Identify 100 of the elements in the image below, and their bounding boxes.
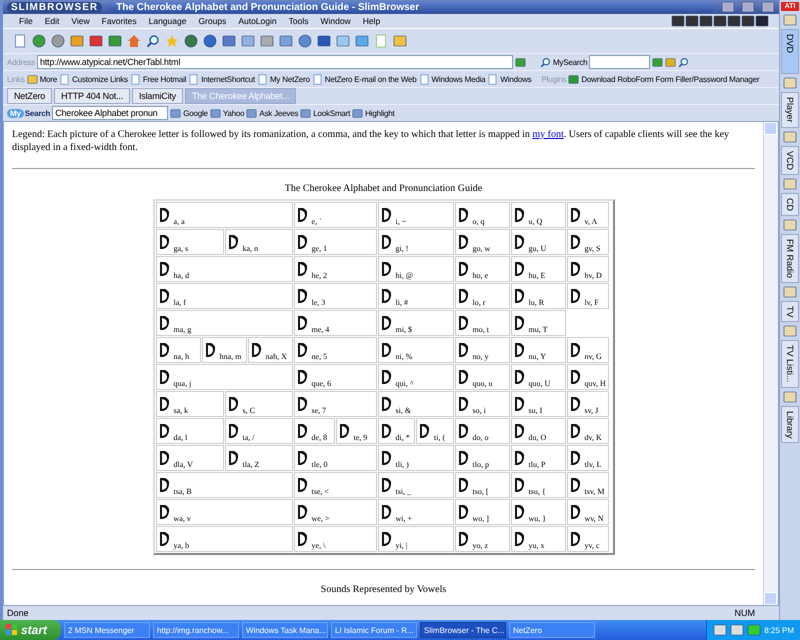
romanization-text: quu, U [528, 379, 550, 388]
letter-glyph-image [380, 314, 394, 332]
romanization-text: na, h [174, 352, 190, 361]
side-panel-tab[interactable]: Player [781, 92, 800, 128]
address-label: Address [7, 58, 35, 66]
romanization-text: tsu, { [528, 487, 546, 496]
link-item[interactable]: More [40, 74, 58, 84]
search-icon[interactable] [146, 34, 160, 48]
side-panel-tab[interactable]: VCD [781, 146, 800, 175]
letter-glyph-image [512, 395, 527, 413]
menu-item[interactable]: Tools [282, 16, 314, 26]
letter-glyph-image [296, 449, 310, 467]
letter-glyph-image [512, 449, 527, 467]
link-item[interactable]: Free Hotmail [142, 74, 186, 84]
plugins-label: Plugins [541, 74, 566, 84]
search-engine-button[interactable]: Highlight [365, 108, 395, 118]
search-field[interactable] [589, 55, 650, 69]
letter-glyph-image [158, 476, 172, 494]
letter-glyph-image [512, 314, 527, 332]
page-icon[interactable] [487, 74, 498, 84]
page-icon[interactable] [312, 74, 323, 84]
menu-item[interactable]: AutoLogin [232, 16, 283, 26]
page-icon[interactable] [13, 34, 27, 48]
romanization-text: dv, K [584, 433, 602, 442]
plugin-link[interactable]: Download RoboForm Form Filler/Password Manager [581, 74, 760, 84]
menu-item[interactable]: File [13, 16, 39, 26]
letter-glyph-image [456, 476, 471, 494]
search-engine-button[interactable]: Google [183, 108, 208, 118]
browser-logo: SLIMBROWSER [7, 2, 102, 12]
menu-item[interactable]: Favorites [96, 16, 143, 26]
side-panel-tab[interactable]: TV [781, 300, 800, 322]
page-icon[interactable] [130, 74, 141, 84]
letter-glyph-image [568, 449, 583, 467]
windows-flag-icon [6, 624, 18, 636]
romanization-text: gv, S [584, 244, 600, 253]
menu-item[interactable]: View [65, 16, 96, 26]
side-panel-tab[interactable]: TV Listi... [781, 340, 800, 388]
favorites-star-icon[interactable] [165, 34, 179, 48]
romanization-text: hu, E [528, 271, 546, 280]
browser-tab[interactable]: HTTP 404 Not... [54, 88, 130, 104]
letter-glyph-image [568, 341, 583, 359]
letter-glyph-image [158, 206, 172, 224]
letter-glyph-image [456, 206, 471, 224]
romanization-text: tlo, p [472, 460, 489, 469]
letter-glyph-image [456, 449, 471, 467]
menu-item[interactable]: Edit [38, 16, 66, 26]
search-icon[interactable] [678, 56, 690, 68]
romanization-text: su, I [528, 406, 542, 415]
search-query-field[interactable]: Cherokee Alphabet pronun [52, 106, 168, 120]
romanization-text: yu, x [528, 541, 545, 550]
page-icon[interactable] [418, 74, 430, 84]
page-icon[interactable] [256, 74, 268, 84]
mysearch-button[interactable]: MySearch [552, 58, 588, 66]
side-panel-tab[interactable]: CD [781, 192, 800, 216]
letter-glyph-image [456, 422, 471, 440]
link-item[interactable]: Windows [500, 74, 532, 84]
link-item[interactable]: InternetShortcut [201, 74, 255, 84]
letter-glyph-image [158, 341, 172, 359]
romanization-text: ni, % [396, 352, 412, 361]
home-icon[interactable] [127, 34, 141, 48]
link-item[interactable]: Customize Links [72, 74, 128, 84]
link-item[interactable]: NetZero E-mail on the Web [324, 74, 417, 84]
romanization-text: yo, z [472, 541, 488, 550]
side-panel-tab[interactable]: Library [781, 406, 800, 444]
menu-item[interactable]: Window [314, 16, 357, 26]
side-panel-tab[interactable]: DVD [781, 29, 800, 74]
font-link[interactable]: my font [532, 129, 564, 140]
search-engine-button[interactable]: Yahoo [222, 108, 244, 118]
side-panel-tab[interactable]: FM Radio [781, 234, 800, 283]
letter-glyph-image [456, 503, 471, 521]
letter-glyph-image [380, 233, 394, 251]
menu-item[interactable]: Help [356, 16, 386, 26]
romanization-text: lu, R [528, 298, 544, 307]
menu-item[interactable]: Language [142, 16, 192, 26]
taskbar-button[interactable]: Windows Task Mana... [242, 622, 328, 638]
letter-glyph-image [456, 368, 471, 386]
link-item[interactable]: Windows Media [432, 74, 486, 84]
search-logo-text: Search [24, 108, 50, 118]
letter-glyph-image [568, 260, 583, 278]
browser-tab[interactable]: NetZero [7, 88, 52, 104]
link-item[interactable]: My NetZero [270, 74, 310, 84]
search-icon[interactable] [540, 56, 551, 68]
search-engine-button[interactable]: Ask Jeeves [259, 108, 298, 118]
taskbar-button[interactable]: http://img.ranchow... [153, 622, 240, 638]
taskbar-button[interactable]: LI Islamic Forum - R... [331, 622, 418, 638]
address-field[interactable]: http://www.atypical.net/CherTabl.html [36, 55, 513, 69]
romanization-text: wu, } [528, 514, 546, 523]
page-icon[interactable] [59, 74, 70, 84]
romanization-text: tla, Z [242, 460, 260, 469]
taskbar-button[interactable]: 2 MSN Messenger [64, 622, 150, 638]
taskbar-button[interactable]: SlimBrowser - The C... [420, 622, 506, 638]
romanization-text: s, C [242, 406, 255, 415]
romanization-text: e, ` [312, 217, 322, 226]
search-engine-button[interactable]: LookSmart [313, 108, 350, 118]
menu-item[interactable]: Groups [192, 16, 232, 26]
letter-glyph-image [158, 260, 172, 278]
browser-tab[interactable]: IslamiCity [132, 88, 183, 104]
page-icon[interactable] [188, 74, 200, 84]
letter-glyph-image [158, 503, 172, 521]
taskbar-button[interactable]: NetZero [509, 622, 596, 638]
